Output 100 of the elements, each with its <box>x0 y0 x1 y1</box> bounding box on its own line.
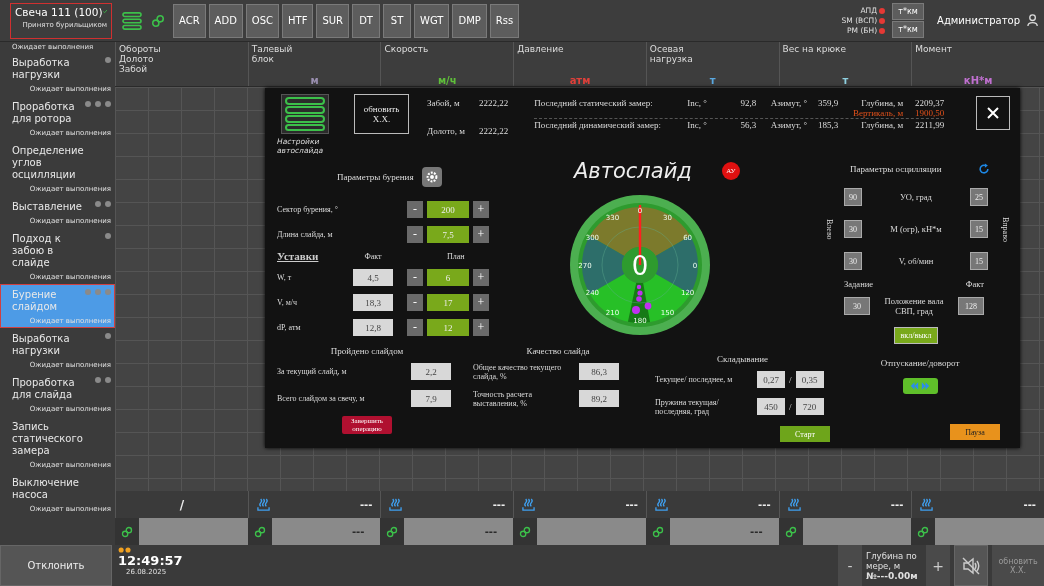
survey-depth-value: 2209,37 <box>913 98 945 108</box>
decrease-button[interactable]: - <box>838 545 862 586</box>
release-button[interactable] <box>902 378 938 394</box>
link-button[interactable] <box>778 518 803 545</box>
pause-button[interactable]: Пауза <box>950 424 1000 440</box>
toolbar-button[interactable]: ST <box>383 3 412 38</box>
link-button[interactable] <box>380 518 405 545</box>
value-field: --- <box>669 518 779 545</box>
strip-value: --- <box>625 499 638 510</box>
stat-label: За текущий слайд, м <box>277 367 348 376</box>
section-title: Пройдено слайдом <box>329 346 405 356</box>
column-heading: Факт <box>965 279 984 289</box>
link-button[interactable] <box>115 518 139 545</box>
toolbar-button[interactable]: ADD <box>208 3 243 38</box>
increase-button[interactable]: + <box>473 269 489 286</box>
fact-value: 4,5 <box>353 269 393 286</box>
side-label: Влево <box>824 218 834 240</box>
increase-button[interactable]: + <box>926 545 950 586</box>
survey-label: Последний статический замер: <box>534 98 654 108</box>
toolbar-button[interactable]: WGT <box>414 3 450 38</box>
steam-icon <box>787 498 801 511</box>
right-value: 15 <box>970 220 988 238</box>
link-icon <box>519 525 532 538</box>
step-title: Проработка для слайда <box>12 377 76 401</box>
link-icon[interactable] <box>151 13 165 28</box>
increase-button[interactable]: + <box>473 294 489 311</box>
decrease-button[interactable]: - <box>407 319 423 336</box>
depth-value: №---0.00м <box>866 570 919 581</box>
setting-label: Длина слайда, м <box>277 230 334 239</box>
toolbar-button[interactable]: SUR <box>316 3 350 38</box>
refresh-icon[interactable] <box>978 163 990 175</box>
progress-dot <box>95 289 101 295</box>
settings-button[interactable] <box>421 167 442 187</box>
setpoint-label: dP, атм <box>277 323 302 332</box>
refresh-button[interactable]: обновить Х.Х. <box>354 94 409 134</box>
unit-label: кН*м <box>963 76 993 86</box>
unit-button[interactable]: т*км <box>892 21 925 38</box>
value-field: --- <box>271 518 381 545</box>
left-value: 90 <box>844 188 862 206</box>
fact-value: 128 <box>958 297 984 315</box>
mute-button[interactable] <box>954 545 988 586</box>
double-arrows-icon <box>909 381 931 391</box>
server-stack-icon[interactable] <box>121 11 143 30</box>
reject-button[interactable]: Отклонить <box>0 545 112 586</box>
link-icon <box>386 525 399 538</box>
fact-value: 12,8 <box>353 319 393 336</box>
close-icon <box>987 107 999 119</box>
unit-button[interactable]: т*км <box>892 3 925 20</box>
decrease-button[interactable]: - <box>407 294 423 311</box>
side-label: Вправо <box>1000 216 1010 242</box>
gear-icon <box>424 170 439 184</box>
azimuth-label: Азимут, ° <box>769 98 808 108</box>
increase-button[interactable]: + <box>473 201 489 218</box>
step-title: Выработка нагрузки <box>12 57 71 81</box>
decrease-button[interactable]: - <box>407 269 423 286</box>
increase-button[interactable]: + <box>473 226 489 243</box>
column-heading: Факт <box>363 250 383 263</box>
link-button[interactable] <box>911 518 936 545</box>
step-title: Бурение слайдом <box>12 289 59 313</box>
toolbar-button[interactable]: DMP <box>452 3 487 38</box>
link-button[interactable] <box>513 518 538 545</box>
left-value: 30 <box>844 252 862 270</box>
steam-icon <box>654 498 668 511</box>
steam-icon <box>256 498 270 511</box>
depth-label: Глубина по мере, м <box>866 550 918 571</box>
depth-value: 2222,22 <box>478 126 509 136</box>
toolbar-button[interactable]: Rss <box>489 3 520 38</box>
survey-label: Последний динамический замер: <box>534 120 662 130</box>
link-icon <box>917 525 930 538</box>
inc-label: Inc, ° <box>687 120 708 130</box>
decrease-button[interactable]: - <box>407 226 423 243</box>
last-value: 720 <box>795 398 824 415</box>
step-title: Определение углов осцилляции <box>12 145 82 181</box>
strip-value: --- <box>492 499 506 510</box>
user-icon[interactable] <box>1027 14 1040 27</box>
inc-value: 92,8 <box>739 98 757 108</box>
toolbar-button[interactable]: DT <box>352 3 381 38</box>
plan-value: 12 <box>427 319 469 336</box>
progress-dot <box>105 233 111 239</box>
step-title: Проработка для ротора <box>12 101 76 125</box>
chart-header-label: Давление <box>517 44 565 54</box>
link-button[interactable] <box>645 518 670 545</box>
toolbar-button[interactable]: HTF <box>282 3 314 38</box>
stat-label: Текущее/ последнее, м <box>655 375 734 384</box>
increase-button[interactable]: + <box>473 319 489 336</box>
link-button[interactable] <box>247 518 272 545</box>
toolbar-button[interactable]: ACR <box>173 3 206 38</box>
chart-header-label: блок <box>251 54 275 64</box>
unit-label: м/ч <box>437 76 457 86</box>
separator: / <box>789 374 792 385</box>
user-name: Администратор <box>937 15 1020 26</box>
chart-header-label: Осевая <box>649 44 685 54</box>
last-value: 0,35 <box>795 371 824 388</box>
depth-label: Долото, м <box>427 126 465 136</box>
decrease-button[interactable]: - <box>407 201 423 218</box>
close-button[interactable] <box>976 96 1010 130</box>
progress-dot <box>95 201 101 207</box>
setpoint-label: W, т <box>277 273 293 282</box>
link-icon <box>651 525 664 538</box>
toolbar-button[interactable]: OSC <box>245 3 280 38</box>
